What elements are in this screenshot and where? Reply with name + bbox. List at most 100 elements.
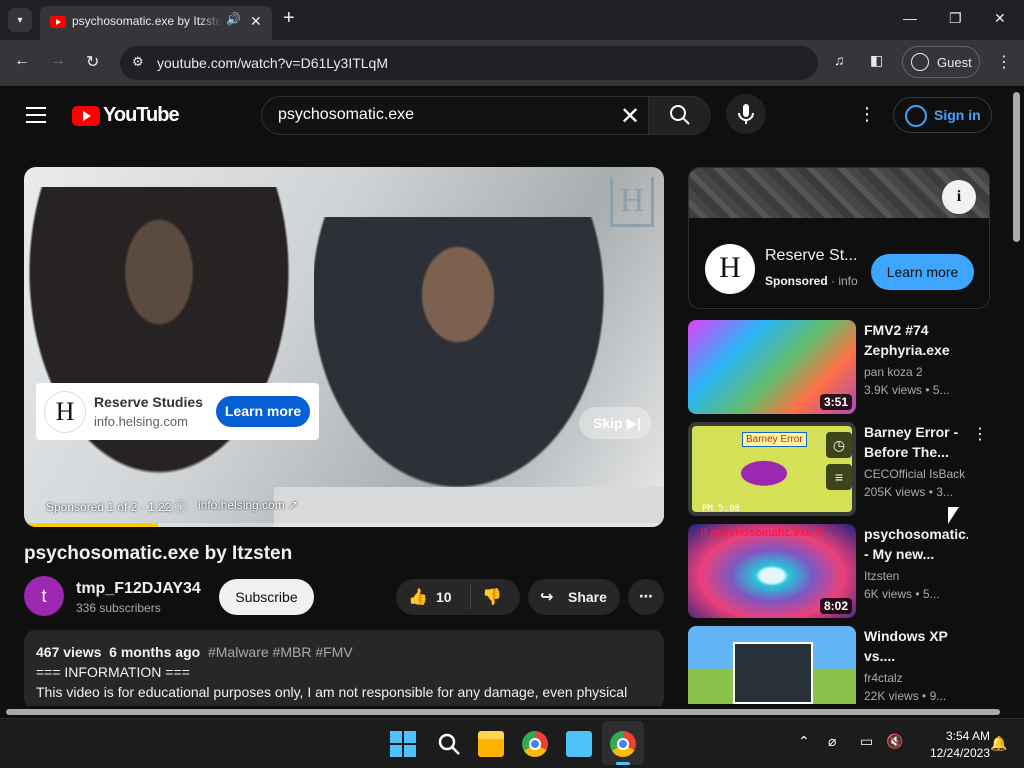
display-icon[interactable]: ▭ [860, 733, 873, 750]
site-info-icon[interactable]: ⚙ [132, 54, 144, 70]
advertiser-logo-icon: H [44, 391, 86, 433]
recommended-channel[interactable]: Itzsten [864, 569, 899, 583]
recommended-channel[interactable]: pan koza 2 [864, 365, 923, 379]
media-control-icon[interactable]: ♫ [834, 52, 845, 68]
sponsored-ad-card[interactable]: i H Reserve St... Sponsored · info Learn… [688, 167, 990, 309]
recommended-video[interactable]: 3:51 FMV2 #74 Zephyria.exe -... pan koza… [688, 320, 990, 416]
sign-in-button[interactable]: Sign in [893, 97, 992, 133]
more-actions-button[interactable]: ⋯ [628, 579, 664, 615]
ad-link-text[interactable]: info.helsing.com [198, 498, 285, 512]
chrome-icon[interactable] [522, 731, 548, 757]
voice-search-button[interactable] [726, 94, 766, 134]
subscribe-button[interactable]: Subscribe [219, 579, 314, 615]
minimize-button[interactable]: — [903, 10, 917, 26]
ad-overlay-card[interactable]: H Reserve Studies info.helsing.com Learn… [36, 383, 319, 440]
clear-search-icon[interactable]: ✕ [620, 102, 640, 131]
close-tab-icon[interactable]: ✕ [250, 13, 262, 30]
search-input[interactable]: psychosomatic.exe [278, 106, 414, 124]
share-button[interactable]: ↪ Share [528, 579, 620, 615]
duration-badge: 8:02 [819, 598, 852, 614]
ad-learn-more-button[interactable]: Learn more [216, 396, 310, 427]
ad-link[interactable]: info.helsing.com ↗ [198, 498, 298, 512]
file-explorer-icon[interactable] [478, 731, 504, 757]
video-thumbnail[interactable]: 3:51 [688, 320, 856, 414]
recommended-channel[interactable]: CECOfficial IsBack [864, 467, 965, 481]
recommended-title[interactable]: FMV2 #74 Zephyria.exe -... [864, 320, 968, 360]
ad-info-icon[interactable]: i [942, 180, 976, 214]
network-off-icon[interactable]: ⌀ [828, 733, 836, 750]
description-box[interactable]: 467 views 6 months ago #Malware #MBR #FM… [24, 630, 664, 710]
youtube-logo-icon[interactable] [72, 106, 100, 126]
horizontal-scrollbar[interactable] [0, 706, 1024, 718]
recommended-meta: 205K views • 3... [864, 485, 953, 499]
recommended-video[interactable]: Windows XP vs.... fr4ctalz 22K views • 9… [688, 626, 990, 704]
restore-button[interactable]: ❐ [949, 10, 962, 27]
profile-button[interactable]: Guest [902, 46, 980, 78]
channel-name[interactable]: tmp_F12DJAY34 [76, 580, 201, 598]
speaker-icon[interactable]: 🔊 [226, 12, 241, 26]
vertical-scrollbar[interactable] [1010, 86, 1024, 706]
chrome-active-icon[interactable] [610, 731, 636, 757]
video-frame-table [274, 487, 664, 527]
close-window-button[interactable]: ✕ [994, 10, 1006, 27]
watch-later-icon[interactable]: ◷ [826, 432, 852, 458]
dislike-button[interactable]: 👎 [482, 587, 502, 607]
browser-menu-icon[interactable]: ⋮ [996, 52, 1012, 72]
back-icon[interactable]: ← [14, 52, 30, 70]
browser-tab[interactable]: psychosomatic.exe by Itzsten 🔊 ✕ [40, 6, 272, 40]
settings-more-icon[interactable]: ⋮ [858, 104, 876, 125]
start-button[interactable] [390, 731, 416, 757]
like-button[interactable]: 👍 [408, 587, 428, 607]
mouse-cursor-icon [948, 507, 959, 524]
skip-next-icon: ▶| [626, 415, 642, 431]
reload-icon[interactable]: ↻ [86, 52, 99, 72]
notepad-icon[interactable] [566, 731, 592, 757]
recommended-title[interactable]: psychosomatic.exe - My new... [864, 524, 968, 564]
video-thumbnail[interactable]: !! psychosomatic.exe !! 8:02 [688, 524, 856, 618]
like-count[interactable]: 10 [436, 589, 452, 605]
notification-bell-icon[interactable]: 🔔 [990, 735, 1007, 752]
search-icon [438, 733, 460, 755]
video-thumbnail[interactable] [688, 626, 856, 704]
sign-in-label: Sign in [934, 107, 981, 123]
tab-search-button[interactable]: ▾ [8, 8, 32, 32]
address-bar[interactable]: ⚙ youtube.com/watch?v=D61Ly3ITLqM [120, 46, 818, 80]
advertiser-logo-icon: H [705, 244, 755, 294]
more-options-icon[interactable]: ⋮ [972, 424, 988, 444]
search-box[interactable]: psychosomatic.exe ✕ [261, 96, 711, 135]
video-thumbnail[interactable]: Barney Error PM 5:08 ◷ ≡ [688, 422, 856, 516]
search-button[interactable] [648, 97, 711, 134]
menu-icon[interactable] [26, 107, 46, 123]
hashtags[interactable]: #Malware #MBR #FMV [208, 644, 353, 660]
new-tab-button[interactable]: + [283, 8, 295, 28]
video-player[interactable]: H H Reserve Studies info.helsing.com Lea… [24, 167, 664, 527]
skip-ad-button[interactable]: Skip ▶| [579, 407, 651, 439]
profile-icon [911, 53, 929, 71]
url-text[interactable]: youtube.com/watch?v=D61Ly3ITLqM [157, 55, 388, 71]
show-hidden-icons[interactable]: ⌃ [798, 733, 810, 750]
clock-date[interactable]: 12/24/2023 [914, 746, 990, 760]
tab-title: psychosomatic.exe by Itzsten [72, 14, 222, 28]
recommended-title[interactable]: Windows XP vs.... [864, 626, 968, 666]
ad-progress-bar[interactable] [24, 523, 664, 527]
forward-icon[interactable]: → [50, 52, 66, 70]
volume-muted-icon[interactable]: 🔇 [886, 733, 903, 750]
side-panel-icon[interactable]: ◧ [870, 52, 883, 69]
vertical-scroll-thumb[interactable] [1013, 92, 1020, 242]
search-taskbar-icon[interactable] [436, 731, 462, 757]
thumbnail-caption: !! psychosomatic.exe !! [700, 527, 823, 539]
recommended-channel[interactable]: fr4ctalz [864, 671, 903, 685]
youtube-wordmark[interactable]: YouTube [103, 104, 180, 127]
clock-time[interactable]: 3:54 AM [930, 729, 990, 743]
sponsor-title[interactable]: Reserve St... [765, 247, 857, 265]
sponsor-learn-more-button[interactable]: Learn more [871, 254, 974, 290]
add-to-queue-icon[interactable]: ≡ [826, 464, 852, 490]
recommended-title[interactable]: Barney Error - Before The... [864, 422, 968, 462]
horizontal-scroll-thumb[interactable] [6, 709, 1000, 715]
recommended-video[interactable]: !! psychosomatic.exe !! 8:02 psychosomat… [688, 524, 990, 620]
description-line-2: This video is for educational purposes o… [36, 684, 628, 700]
profile-label: Guest [937, 55, 972, 70]
recommended-video[interactable]: Barney Error PM 5:08 ◷ ≡ Barney Error - … [688, 422, 990, 518]
recommended-age: 3... [936, 485, 953, 499]
channel-avatar[interactable]: t [24, 576, 64, 616]
